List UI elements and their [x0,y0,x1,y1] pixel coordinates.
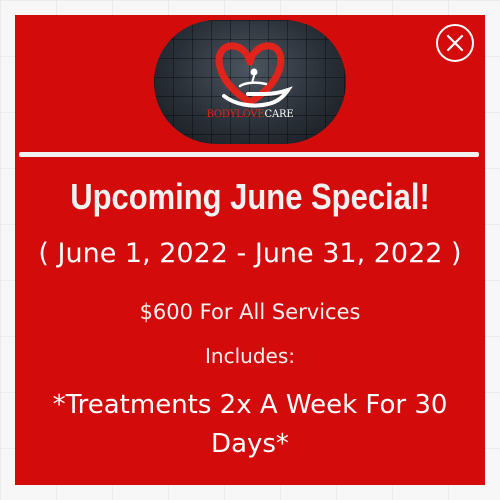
treatment-detail: *Treatments 2x A Week For 30 Days* [52,390,448,459]
close-button[interactable] [436,24,474,62]
brand-logo: BODYLOVECARE [154,20,346,144]
divider [19,152,479,157]
promo-price: $600 For All Services [139,300,361,324]
promo-popup: BODYLOVECARE Upcoming June Special! ( Ju… [15,15,485,485]
promo-title: Upcoming June Special! [70,176,430,217]
includes-label: Includes: [205,344,295,368]
brand-name: BODYLOVECARE [206,109,294,120]
heart-hand-logo-icon [215,42,293,108]
close-icon [446,34,464,52]
promo-date-range: ( June 1, 2022 - June 31, 2022 ) [38,238,462,269]
